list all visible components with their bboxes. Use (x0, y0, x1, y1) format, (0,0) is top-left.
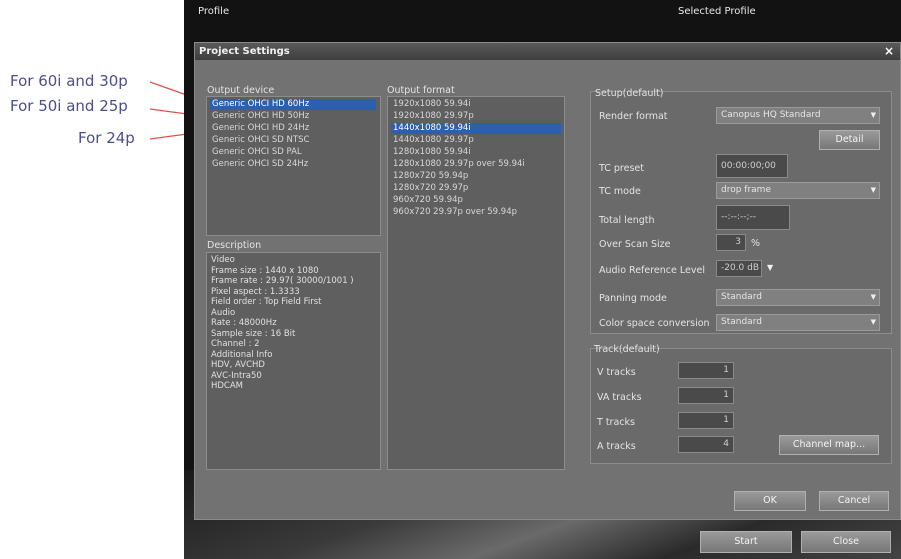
over-scan-unit: % (751, 238, 761, 249)
chevron-down-icon: ▼ (870, 293, 876, 301)
project-settings-dialog: Project Settings × Output device Generic… (194, 42, 901, 520)
description-line: Sample size : 16 Bit (211, 328, 296, 339)
panning-mode-label: Panning mode (599, 293, 667, 304)
color-space-label: Color space conversion (599, 318, 710, 329)
chevron-down-icon: ▼ (870, 186, 876, 194)
va-tracks-field[interactable]: 1 (678, 387, 734, 404)
output-format-item[interactable]: 960x720 59.94p (391, 195, 561, 206)
render-format-label: Render format (599, 111, 668, 122)
output-device-item[interactable]: Generic OHCI HD 50Hz (210, 111, 376, 122)
description-line: Field order : Top Field First (211, 297, 322, 307)
close-button[interactable]: Close (801, 531, 891, 553)
a-tracks-field[interactable]: 4 (678, 436, 734, 453)
output-format-item[interactable]: 1280x720 29.97p (391, 183, 561, 194)
description-line: HDV, AVCHD (211, 360, 265, 370)
audio-reference-field[interactable]: -20.0 dB (716, 260, 762, 277)
audio-reference-label: Audio Reference Level (599, 265, 705, 276)
t-tracks-field[interactable]: 1 (678, 412, 734, 429)
output-format-item[interactable]: 1920x1080 59.94i (391, 99, 561, 110)
color-space-value: Standard (721, 317, 762, 327)
channel-map-button[interactable]: Channel map... (779, 435, 879, 455)
description-header: Description (207, 240, 262, 251)
track-header: Track(default) (594, 344, 660, 355)
description-box: Video Frame size : 1440 x 1080 Frame rat… (206, 252, 381, 470)
t-tracks-label: T tracks (597, 417, 635, 428)
panning-mode-dropdown[interactable]: Standard ▼ (716, 289, 880, 306)
output-format-item[interactable]: 1920x1080 29.97p (391, 111, 561, 122)
description-line: Channel : 2 (211, 339, 260, 349)
va-tracks-label: VA tracks (597, 392, 642, 403)
cancel-button[interactable]: Cancel (819, 491, 889, 511)
tc-preset-label: TC preset (599, 163, 644, 174)
tc-mode-dropdown[interactable]: drop frame ▼ (716, 182, 880, 199)
output-format-item[interactable]: 1440x1080 29.97p (391, 135, 561, 146)
over-scan-field[interactable]: 3 (716, 234, 746, 251)
output-format-item[interactable]: 960x720 29.97p over 59.94p (391, 207, 561, 218)
setup-header: Setup(default) (595, 88, 664, 99)
total-length-label: Total length (599, 215, 655, 226)
description-line: AVC-Intra50 (211, 370, 262, 381)
ok-button[interactable]: OK (734, 491, 806, 511)
output-device-item[interactable]: Generic OHCI SD NTSC (210, 135, 376, 146)
start-button[interactable]: Start (700, 531, 792, 553)
render-format-dropdown[interactable]: Canopus HQ Standard ▼ (716, 107, 880, 124)
description-line: Pixel aspect : 1.3333 (211, 286, 300, 297)
output-device-item[interactable]: Generic OHCI HD 24Hz (210, 123, 376, 134)
selected-profile-label: Selected Profile (678, 6, 756, 17)
description-line: Rate : 48000Hz (211, 318, 277, 328)
chevron-down-icon[interactable]: ▼ (767, 263, 773, 272)
tc-preset-field[interactable]: 00:00:00;00 (716, 154, 788, 178)
panning-mode-value: Standard (721, 292, 762, 302)
dialog-title: Project Settings (199, 46, 290, 57)
a-tracks-label: A tracks (597, 441, 636, 452)
output-format-item[interactable]: 1280x1080 59.94i (391, 147, 561, 158)
output-device-header: Output device (207, 85, 275, 96)
output-device-item[interactable]: Generic OHCI SD 24Hz (210, 159, 376, 170)
description-line: HDCAM (211, 381, 244, 391)
v-tracks-field[interactable]: 1 (678, 362, 734, 379)
profile-label: Profile (198, 6, 230, 17)
dialog-title-bar: Project Settings × (195, 43, 900, 60)
color-space-dropdown[interactable]: Standard ▼ (716, 314, 880, 331)
description-line: Video (211, 255, 235, 265)
description-line: Audio (211, 307, 236, 318)
tc-mode-label: TC mode (599, 186, 641, 197)
output-format-header: Output format (387, 85, 455, 96)
application-window: Profile Selected Profile Project Setting… (184, 0, 901, 559)
close-icon[interactable]: × (884, 43, 894, 60)
over-scan-label: Over Scan Size (599, 239, 671, 250)
description-line: Frame rate : 29.97( 30000/1001 ) (211, 276, 354, 286)
output-format-item[interactable]: 1280x720 59.94p (391, 171, 561, 182)
output-device-list[interactable]: Generic OHCI HD 60Hz Generic OHCI HD 50H… (206, 96, 381, 236)
chevron-down-icon: ▼ (870, 111, 876, 119)
output-format-item[interactable]: 1280x1080 29.97p over 59.94i (391, 159, 561, 170)
output-device-item[interactable]: Generic OHCI SD PAL (210, 147, 376, 158)
total-length-field[interactable]: --:--:--;-- (716, 205, 790, 230)
render-format-value: Canopus HQ Standard (721, 110, 821, 120)
output-format-item[interactable]: 1440x1080 59.94i (391, 123, 561, 134)
tc-mode-value: drop frame (721, 185, 771, 195)
chevron-down-icon: ▼ (870, 318, 876, 326)
output-device-item[interactable]: Generic OHCI HD 60Hz (210, 99, 376, 110)
v-tracks-label: V tracks (597, 367, 636, 378)
detail-button[interactable]: Detail (819, 130, 880, 150)
output-format-list[interactable]: 1920x1080 59.94i 1920x1080 29.97p 1440x1… (387, 96, 565, 470)
description-line: Frame size : 1440 x 1080 (211, 265, 319, 276)
description-line: Additional Info (211, 349, 273, 360)
